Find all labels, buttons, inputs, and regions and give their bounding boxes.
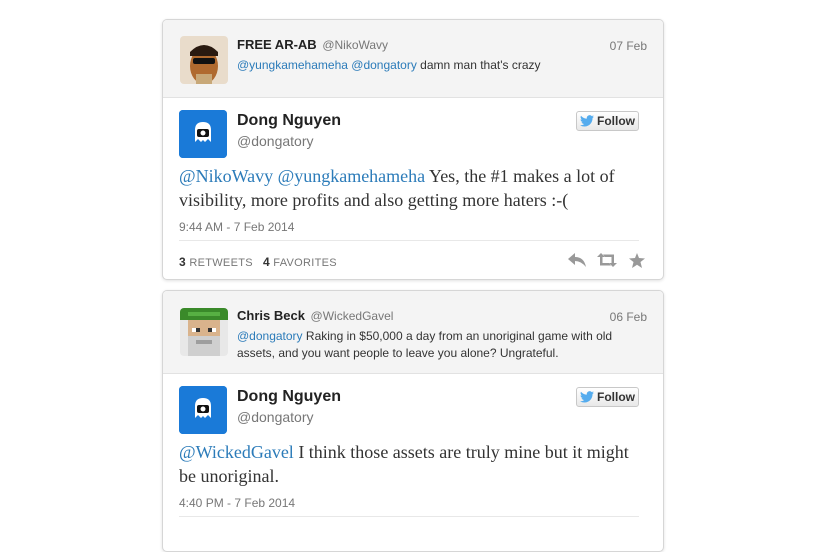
follow-button[interactable]: Follow: [576, 111, 639, 131]
parent-header: Chris Beck @WickedGavel: [237, 308, 393, 323]
ghost-logo-icon: [179, 386, 227, 434]
retweet-count[interactable]: 3: [179, 255, 186, 269]
parent-header: FREE AR-AB @NikoWavy: [237, 37, 388, 52]
avatar[interactable]: [179, 386, 227, 434]
tweet-text: @NikoWavy @yungkamehameha Yes, the #1 ma…: [179, 164, 649, 212]
divider: [179, 516, 639, 517]
twitter-bird-icon: [580, 115, 594, 127]
mention-link[interactable]: @dongatory: [351, 58, 417, 72]
favorite-button[interactable]: [627, 251, 647, 269]
follow-label: Follow: [597, 390, 635, 404]
parent-date[interactable]: 06 Feb: [610, 310, 647, 324]
avatar[interactable]: [179, 110, 227, 158]
tweet-timestamp[interactable]: 9:44 AM - 7 Feb 2014: [179, 220, 294, 234]
author-name[interactable]: Dong Nguyen: [237, 112, 341, 130]
avatar[interactable]: [180, 308, 228, 356]
parent-date[interactable]: 07 Feb: [610, 39, 647, 53]
favorites-label[interactable]: FAVORITES: [273, 257, 337, 269]
author-handle[interactable]: @dongatory: [237, 133, 313, 149]
follow-button[interactable]: Follow: [576, 387, 639, 407]
author-handle[interactable]: @dongatory: [237, 409, 313, 425]
tweet-timestamp[interactable]: 4:40 PM - 7 Feb 2014: [179, 496, 295, 510]
parent-tweet-text: @dongatory Raking in $50,000 a day from …: [237, 328, 627, 362]
reply-icon: [568, 253, 586, 267]
parent-tweet-text: @yungkamehameha @dongatory damn man that…: [237, 57, 637, 74]
parent-text-body: damn man that's crazy: [420, 58, 541, 72]
follow-label: Follow: [597, 114, 635, 128]
favorite-count[interactable]: 4: [263, 255, 270, 269]
parent-tweet: FREE AR-AB @NikoWavy 07 Feb @yungkameham…: [163, 20, 663, 98]
mention-link[interactable]: @dongatory: [237, 329, 303, 343]
star-icon: [629, 252, 645, 268]
tweet-actions: [567, 251, 647, 269]
parent-author-handle[interactable]: @WickedGavel: [311, 309, 394, 323]
retweet-button[interactable]: [597, 251, 617, 269]
author-name[interactable]: Dong Nguyen: [237, 388, 341, 406]
parent-author-name[interactable]: FREE AR-AB: [237, 37, 317, 52]
retweets-label[interactable]: RETWEETS: [189, 257, 253, 269]
parent-author-handle[interactable]: @NikoWavy: [322, 38, 388, 52]
tweet-stats: 3 RETWEETS 4 FAVORITES: [179, 255, 337, 269]
embedded-tweet-card-1: FREE AR-AB @NikoWavy 07 Feb @yungkameham…: [162, 19, 664, 280]
avatar[interactable]: [180, 36, 228, 84]
retweet-icon: [597, 253, 617, 267]
mention-link[interactable]: @yungkamehameha: [237, 58, 348, 72]
mention-link[interactable]: @WickedGavel: [179, 442, 294, 462]
twitter-bird-icon: [580, 391, 594, 403]
ghost-logo-icon: [179, 110, 227, 158]
reply-button[interactable]: [567, 251, 587, 269]
mention-link[interactable]: @yungkamehameha: [278, 166, 426, 186]
parent-author-name[interactable]: Chris Beck: [237, 308, 305, 323]
mention-link[interactable]: @NikoWavy: [179, 166, 273, 186]
divider: [179, 240, 639, 241]
tweet-text: @WickedGavel I think those assets are tr…: [179, 440, 649, 488]
embedded-tweet-card-2: Chris Beck @WickedGavel 06 Feb @dongator…: [162, 290, 664, 552]
parent-tweet: Chris Beck @WickedGavel 06 Feb @dongator…: [163, 291, 663, 374]
